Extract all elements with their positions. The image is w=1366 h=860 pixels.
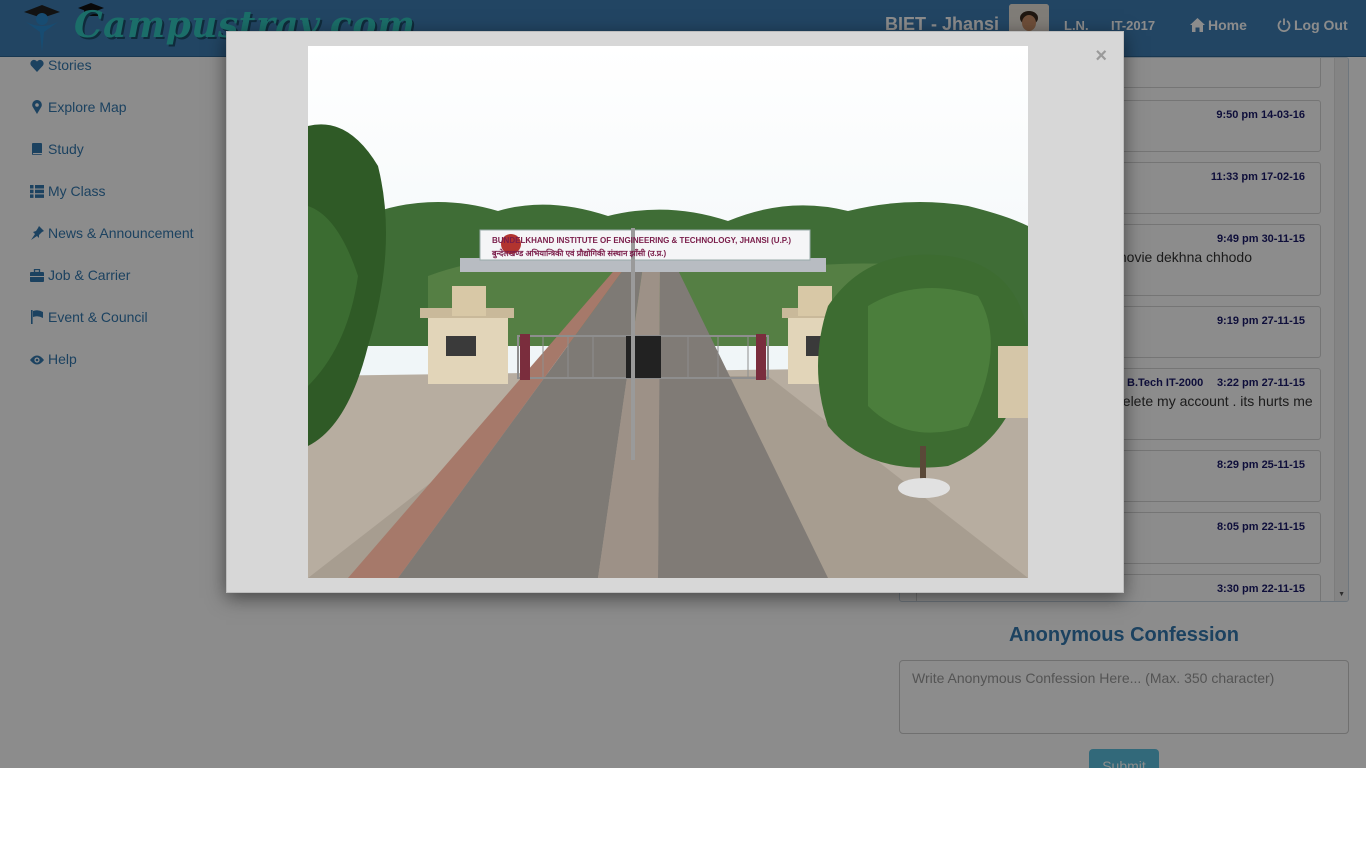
gate-sign: BUNDELKHAND INSTITUTE OF ENGINEERING & T… (492, 236, 804, 259)
close-icon[interactable]: × (1095, 46, 1107, 66)
gate-sign-hindi: बुन्देलखण्ड अभियान्त्रिकी एवं प्रौद्योगि… (492, 249, 667, 258)
app-viewport: Campustrav.com BIET - Jhansi L.N. IT-201… (0, 0, 1366, 768)
campus-gate-photo: BUNDELKHAND INSTITUTE OF ENGINEERING & T… (308, 46, 1028, 578)
gate-sign-english: BUNDELKHAND INSTITUTE OF ENGINEERING & T… (492, 236, 791, 245)
image-modal: × BUNDELKHAND INSTITUTE OF ENGINEERING &… (226, 31, 1124, 593)
campus-gate-image (308, 46, 1028, 578)
